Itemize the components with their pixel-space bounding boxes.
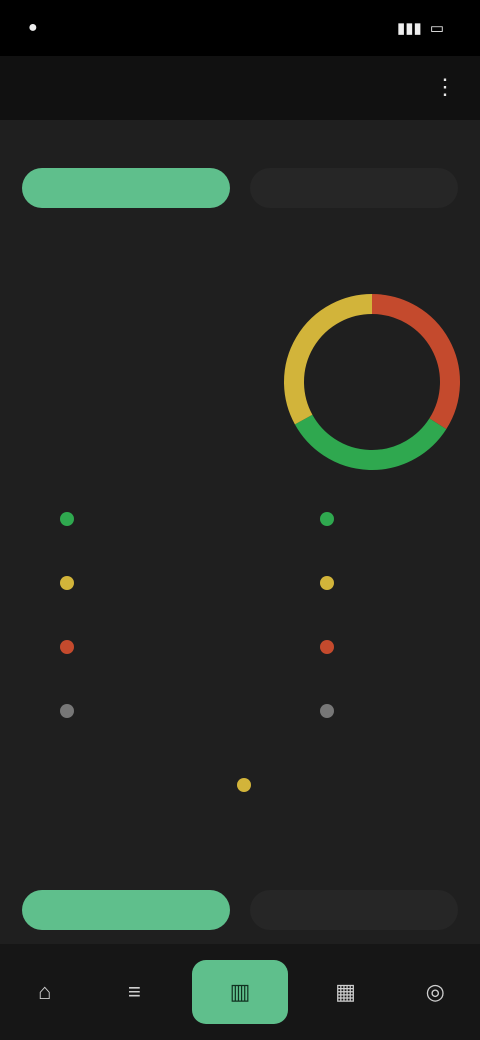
signal-icon: ▮▮▮ (397, 20, 422, 37)
footnote (0, 778, 480, 792)
donut-green-segment (294, 414, 447, 470)
status-dot-icon: ● (28, 19, 38, 36)
legend-dot-icon (320, 640, 334, 654)
donut-yellow-segment (284, 294, 373, 425)
legend-dot-icon (60, 512, 74, 526)
legend-dot-icon (320, 576, 334, 590)
right-legend-item (320, 640, 460, 674)
right-legend (320, 508, 460, 768)
calendar-icon[interactable]: ▦ (314, 960, 378, 1024)
left-legend-item (60, 640, 200, 674)
right-legend-item (320, 576, 460, 610)
battery-icon: ▭ (429, 20, 444, 37)
right-legend-item (320, 512, 460, 546)
left-legend (60, 508, 200, 768)
left-legend-item (60, 704, 200, 738)
toggle-right-2[interactable] (250, 890, 458, 930)
toggle-left[interactable] (22, 168, 230, 208)
segmented-toggle (22, 168, 458, 208)
legend-dot-icon (60, 704, 74, 718)
donut-red-segment (371, 294, 460, 430)
home-icon[interactable]: ⌂ (13, 960, 77, 1024)
more-vertical-icon[interactable]: ⋮ (434, 74, 456, 100)
footnote-dot-icon (237, 778, 251, 792)
list-icon[interactable]: ≡ (102, 960, 166, 1024)
legend-dot-icon (320, 512, 334, 526)
right-legend-item (320, 704, 460, 738)
toggle-left-2[interactable] (22, 890, 230, 930)
legend-dot-icon (60, 640, 74, 654)
profile-icon[interactable]: ◎ (403, 960, 467, 1024)
legend-dot-icon (60, 576, 74, 590)
legend-dot-icon (320, 704, 334, 718)
status-bar: ● ▮▮▮ ▭ (0, 0, 480, 56)
left-legend-item (60, 512, 200, 546)
chart-icon[interactable]: ▥ (191, 960, 288, 1024)
toggle-right[interactable] (250, 168, 458, 208)
segmented-toggle-2 (22, 890, 458, 930)
left-legend-item (60, 576, 200, 610)
bottom-navigation: ⌂ ≡ ▥ ▦ ◎ (0, 944, 480, 1040)
app-header: ⋮ (0, 56, 480, 120)
